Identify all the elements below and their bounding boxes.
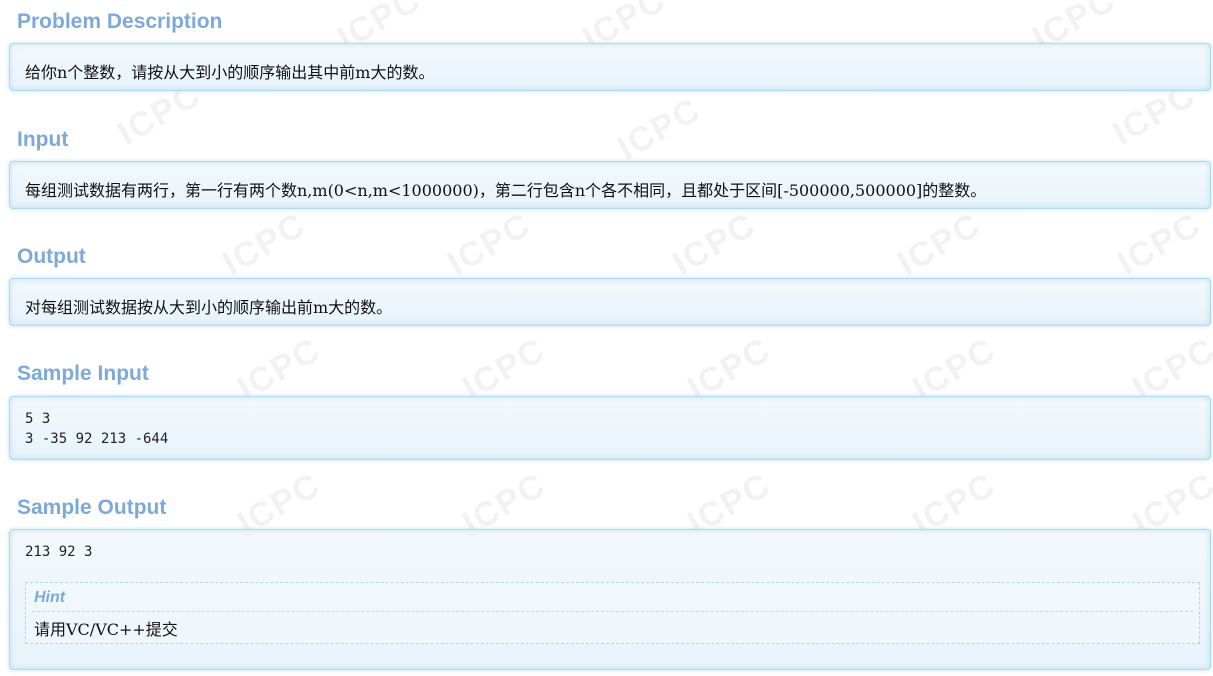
sample-input-line: 5 3 xyxy=(25,411,51,427)
hint-title: Hint xyxy=(34,589,66,606)
hint-box: Hint 请用VC/VC++提交 xyxy=(25,582,1200,644)
watermark-text: ICPC xyxy=(216,205,313,283)
sample-input-line: 3 -35 92 213 -644 xyxy=(25,431,169,447)
sample-input-panel: 5 3 3 -35 92 213 -644 xyxy=(9,396,1211,460)
watermark-text: ICPC xyxy=(666,205,763,283)
hint-divider xyxy=(32,611,1193,612)
input-text: 每组测试数据有两行，第一行有两个数n,m(0<n,m<1000000)，第二行包… xyxy=(25,181,987,200)
problem-description-text: 给你n个整数，请按从大到小的顺序输出其中前m大的数。 xyxy=(25,63,435,82)
sample-input-title: Sample Input xyxy=(17,362,149,385)
output-text: 对每组测试数据按从大到小的顺序输出前m大的数。 xyxy=(25,298,393,317)
output-title: Output xyxy=(17,245,86,268)
sample-output-title: Sample Output xyxy=(17,496,167,519)
watermark-text: ICPC xyxy=(1111,205,1208,283)
watermark-text: ICPC xyxy=(441,205,538,283)
watermark-text: ICPC xyxy=(611,90,708,168)
watermark-text: ICPC xyxy=(891,205,988,283)
sample-output-line: 213 92 3 xyxy=(25,544,93,560)
output-panel: 对每组测试数据按从大到小的顺序输出前m大的数。 xyxy=(9,278,1211,326)
hint-text: 请用VC/VC++提交 xyxy=(34,620,178,639)
problem-description-panel: 给你n个整数，请按从大到小的顺序输出其中前m大的数。 xyxy=(9,43,1211,91)
problem-description-title: Problem Description xyxy=(17,10,223,33)
input-title: Input xyxy=(17,128,69,151)
sample-output-panel: 213 92 3 Hint 请用VC/VC++提交 xyxy=(9,529,1211,670)
input-panel: 每组测试数据有两行，第一行有两个数n,m(0<n,m<1000000)，第二行包… xyxy=(9,161,1211,209)
